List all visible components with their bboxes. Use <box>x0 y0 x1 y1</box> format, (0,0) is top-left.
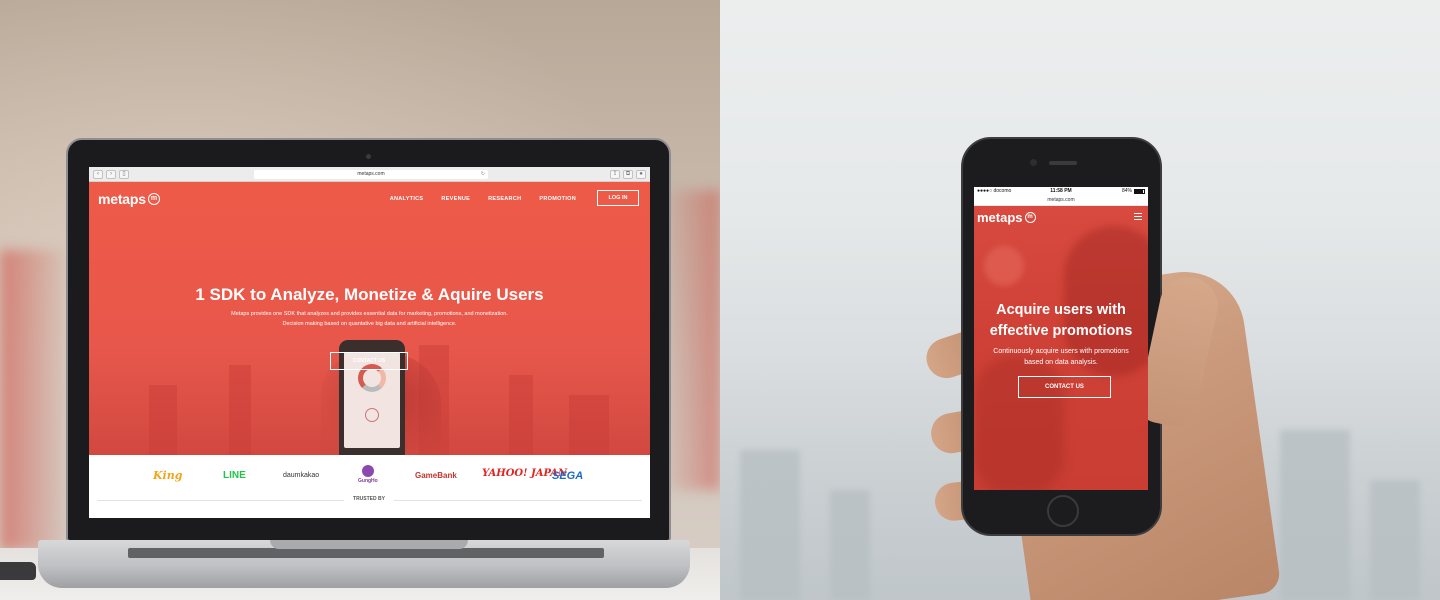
mobile-metaps-logo[interactable]: metaps m <box>977 210 1036 225</box>
mobile-hero: metaps m Acquire users with effective pr… <box>974 206 1148 490</box>
address-bar-url: metaps.com <box>357 170 385 177</box>
desktop-navbar: metaps m ANALYTICS REVENUE RESEARCH PROM… <box>89 182 650 218</box>
king-logo: King <box>153 469 183 482</box>
laptop-screen: ‹ › ▯ metaps.com ↻ ⇪ ⧉ ● metaps m ANALYT… <box>89 167 650 518</box>
forward-icon[interactable]: › <box>106 169 116 179</box>
sega-logo: SEGA <box>552 470 584 482</box>
gamebank-logo: GameBank <box>415 471 457 480</box>
hero-building <box>569 395 609 455</box>
mobile-logo-text: metaps <box>977 210 1023 225</box>
mobile-screen: ●●●●○ docomo 11:58 PM 84% metaps.com met… <box>974 187 1148 490</box>
laptop-keyboard <box>128 548 604 558</box>
login-button[interactable]: LOG IN <box>597 190 639 206</box>
contact-us-button[interactable]: CONTACT US <box>330 352 408 370</box>
phone-on-desk <box>0 562 36 580</box>
hero-title: 1 SDK to Analyze, Monetize & Aquire User… <box>195 285 544 304</box>
iphone-speaker <box>1049 161 1077 165</box>
nav-revenue[interactable]: REVENUE <box>441 196 470 202</box>
mobile-hero-title: Acquire users with effective promotions <box>974 300 1148 342</box>
sidebar-icon[interactable]: ▯ <box>119 169 129 179</box>
share-icon[interactable]: ⇪ <box>610 169 620 179</box>
battery-icon <box>1134 188 1145 194</box>
hero-photo-highlight <box>984 246 1024 286</box>
gungho-logo-text: GungHo <box>358 478 378 484</box>
nav-promotion[interactable]: PROMOTION <box>539 196 576 202</box>
trusted-by-label: TRUSTED BY <box>344 496 394 502</box>
home-button[interactable] <box>1047 495 1079 527</box>
gungho-logo: GungHo <box>358 465 378 484</box>
mobile-hero-subtitle: Continuously acquire users with promotio… <box>974 346 1148 368</box>
mobile-contact-us-button[interactable]: CONTACT US <box>1018 376 1111 398</box>
daumkakao-logo: daumkakao <box>283 472 320 479</box>
address-bar[interactable]: metaps.com ↻ <box>254 169 488 179</box>
partner-logos-row: King LINE daumkakao GungHo GameBank YAHO… <box>89 465 650 487</box>
mobile-hero-title-line: effective promotions <box>989 323 1133 339</box>
back-icon[interactable]: ‹ <box>93 169 103 179</box>
hero-building <box>149 385 177 455</box>
nav-research[interactable]: RESEARCH <box>488 196 521 202</box>
extension-icon[interactable]: ● <box>636 169 646 179</box>
gungho-mark-icon <box>361 465 374 477</box>
hero-building <box>509 375 533 455</box>
hamburger-menu-icon[interactable] <box>1134 213 1142 220</box>
logo-m-icon: m <box>147 193 160 205</box>
background-red-blur <box>0 250 70 550</box>
hero-subtitle-line: Decision making based on quantative big … <box>282 320 457 327</box>
nav-analytics[interactable]: ANALYTICS <box>390 196 424 202</box>
browser-toolbar: ‹ › ▯ metaps.com ↻ ⇪ ⧉ ● <box>89 167 650 182</box>
desktop-hero: metaps m ANALYTICS REVENUE RESEARCH PROM… <box>89 182 650 455</box>
battery-percent: 84% <box>1121 188 1132 194</box>
desktop-menu: ANALYTICS REVENUE RESEARCH PROMOTION <box>390 196 576 202</box>
logo-m-icon: m <box>1024 212 1036 223</box>
status-right: 84% <box>1122 188 1145 194</box>
hero-building <box>229 365 251 455</box>
line-logo: LINE <box>223 470 246 481</box>
mobile-hero-title-line: Acquire users with <box>996 302 1126 318</box>
metaps-logo[interactable]: metaps m <box>98 191 160 207</box>
laptop-hinge-notch <box>270 540 468 549</box>
mobile-hero-subtitle-line: Continuously acquire users with promotio… <box>993 348 1129 355</box>
iphone-camera <box>1030 159 1037 166</box>
mobile-status-bar: ●●●●○ docomo 11:58 PM 84% <box>974 187 1148 195</box>
reload-icon[interactable]: ↻ <box>481 170 485 179</box>
tabs-icon[interactable]: ⧉ <box>623 169 633 179</box>
fingerprint-icon <box>365 408 379 422</box>
mobile-hero-subtitle-line: based on data analysis. <box>1024 359 1098 366</box>
partner-logos-strip: King LINE daumkakao GungHo GameBank YAHO… <box>89 455 650 517</box>
logo-text: metaps <box>98 191 146 207</box>
mobile-address-bar[interactable]: metaps.com <box>974 195 1148 206</box>
hero-subtitle-line: Metaps provides one SDK that analyzes an… <box>231 311 508 317</box>
laptop-camera <box>366 154 371 159</box>
hero-subtitle: Metaps provides one SDK that analyzes an… <box>89 310 650 329</box>
